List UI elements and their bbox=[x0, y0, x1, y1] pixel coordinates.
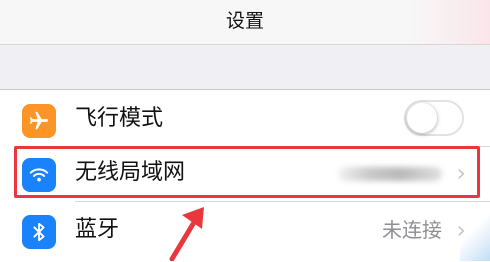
section-spacer bbox=[0, 45, 490, 89]
page-title: 设置 bbox=[225, 10, 264, 32]
bluetooth-status: 未连接 bbox=[382, 218, 442, 242]
settings-row-bluetooth[interactable]: 蓝牙 未连接 › bbox=[0, 201, 490, 261]
navigation-bar: 设置 bbox=[0, 0, 490, 45]
airplane-mode-label: 飞行模式 bbox=[75, 106, 164, 131]
corner-tint bbox=[460, 210, 490, 261]
navbar-glow bbox=[410, 0, 490, 44]
bluetooth-label: 蓝牙 bbox=[75, 217, 120, 242]
airplane-icon bbox=[22, 104, 56, 138]
airplane-mode-toggle[interactable] bbox=[404, 100, 464, 136]
red-arrow-annotation bbox=[169, 207, 204, 261]
bluetooth-icon bbox=[22, 215, 56, 249]
settings-row-airplane-mode: 飞行模式 bbox=[0, 90, 490, 150]
toggle-knob bbox=[407, 103, 437, 133]
highlight-box bbox=[14, 146, 480, 198]
